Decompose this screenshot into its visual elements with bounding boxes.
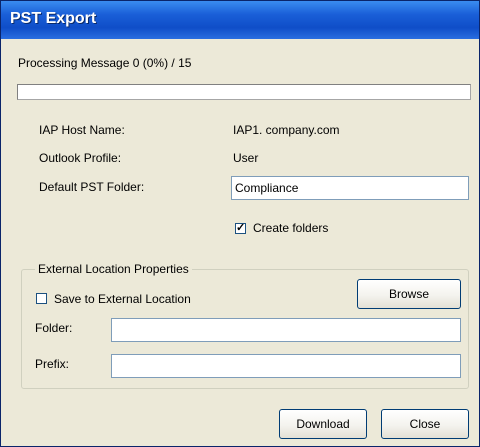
folder-field[interactable] — [111, 318, 461, 342]
close-button[interactable]: Close — [381, 409, 469, 439]
checkmark-icon: ✓ — [236, 222, 246, 234]
pst-export-dialog: PST Export Processing Message 0 (0%) / 1… — [0, 0, 480, 447]
create-folders-label: Create folders — [253, 221, 329, 235]
prefix-field[interactable] — [111, 354, 461, 378]
default-pst-folder-input[interactable] — [232, 177, 468, 199]
prefix-label: Prefix: — [35, 357, 70, 371]
save-external-checkbox[interactable] — [36, 293, 47, 304]
prefix-input[interactable] — [112, 355, 460, 377]
outlook-profile-value: User — [233, 151, 259, 165]
download-button[interactable]: Download — [279, 409, 367, 439]
default-pst-folder-field[interactable] — [231, 176, 469, 200]
title-bar[interactable]: PST Export — [1, 1, 479, 39]
external-location-group-title: External Location Properties — [35, 262, 192, 276]
host-name-value: IAP1. company.com — [233, 123, 340, 137]
create-folders-checkbox[interactable]: ✓ — [235, 222, 246, 234]
progress-status: Processing Message 0 (0%) / 15 — [18, 56, 192, 70]
progress-bar — [17, 84, 471, 100]
browse-button[interactable]: Browse — [357, 279, 461, 309]
outlook-profile-label: Outlook Profile: — [39, 151, 122, 165]
default-pst-folder-label: Default PST Folder: — [39, 180, 145, 194]
window-title: PST Export — [10, 10, 97, 27]
folder-input[interactable] — [112, 319, 460, 341]
host-name-label: IAP Host Name: — [39, 123, 125, 137]
save-external-label: Save to External Location — [54, 292, 191, 306]
folder-label: Folder: — [35, 321, 73, 335]
